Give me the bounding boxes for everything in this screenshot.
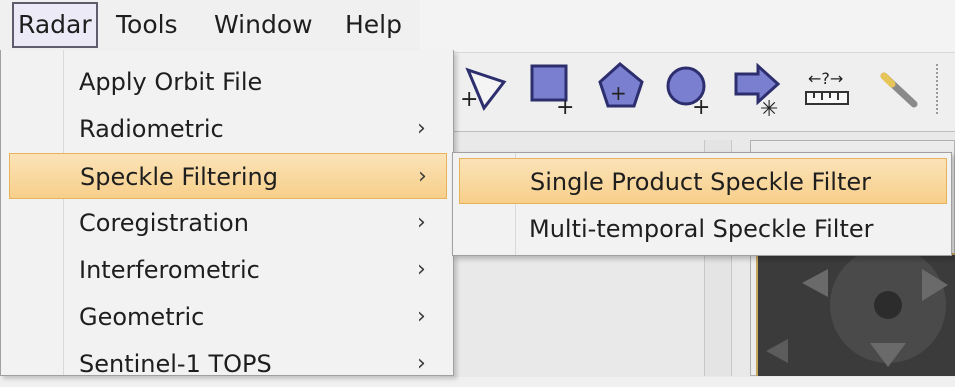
menu-radar[interactable]: Radar [12,2,98,48]
rectangle-draw-icon[interactable]: + [526,60,582,120]
menu-item-label: Sentinel-1 TOPS [79,350,272,378]
polygon-draw-icon[interactable]: + [594,60,650,118]
menu-help[interactable]: Help [341,2,406,48]
chevron-right-icon: › [417,257,426,282]
submenu-item-label: Multi-temporal Speckle Filter [529,215,874,243]
toolbar-separator [936,64,938,114]
svg-text:+: + [460,87,478,112]
menu-tools[interactable]: Tools [112,2,182,48]
menu-item-label: Apply Orbit File [79,68,263,96]
svg-text:←?→: ←?→ [808,69,843,88]
menu-item-label: Geometric [79,303,205,331]
image-view-canvas[interactable] [756,253,955,376]
svg-text:+: + [610,81,627,105]
menu-item-sentinel-1-tops[interactable]: Sentinel-1 TOPS › [9,341,447,387]
menu-item-interferometric[interactable]: Interferometric › [9,247,447,293]
magic-wand-selection-icon[interactable]: ✳ [730,60,786,122]
svg-text:+: + [692,95,710,118]
radar-dropdown-menu: Apply Orbit File Radiometric › Speckle F… [0,50,454,378]
menu-item-label: Interferometric [79,256,260,284]
submenu-item-label: Single Product Speckle Filter [530,168,871,196]
chevron-right-icon: › [418,164,427,189]
menu-item-label: Radiometric [79,115,224,143]
chevron-right-icon: › [417,116,426,141]
submenu-item-single-product-speckle-filter[interactable]: Single Product Speckle Filter [459,158,947,204]
svg-text:✳: ✳ [760,97,778,118]
menu-item-radiometric[interactable]: Radiometric › [9,106,447,152]
wand-tool-icon[interactable] [870,60,926,118]
menu-item-apply-orbit-file[interactable]: Apply Orbit File [9,59,447,105]
menu-item-coregistration[interactable]: Coregistration › [9,200,447,246]
submenu-item-multi-temporal-speckle-filter[interactable]: Multi-temporal Speckle Filter [459,206,947,252]
menu-item-label: Coregistration [79,209,249,237]
range-finder-icon[interactable]: ←?→ [800,60,856,118]
chevron-right-icon: › [417,210,426,235]
menu-window[interactable]: Window [210,2,317,48]
polyline-draw-icon[interactable]: + [458,60,514,118]
ellipse-draw-icon[interactable]: + [662,60,718,120]
svg-text:+: + [556,95,574,118]
menu-bar: Radar Tools Window Help [0,0,420,52]
speckle-filtering-submenu: Single Product Speckle Filter Multi-temp… [452,152,952,256]
menu-item-speckle-filtering[interactable]: Speckle Filtering › [9,153,447,199]
menu-item-label: Speckle Filtering [80,163,278,191]
menu-item-geometric[interactable]: Geometric › [9,294,447,340]
chevron-right-icon: › [417,304,426,329]
chevron-right-icon: › [417,351,426,376]
